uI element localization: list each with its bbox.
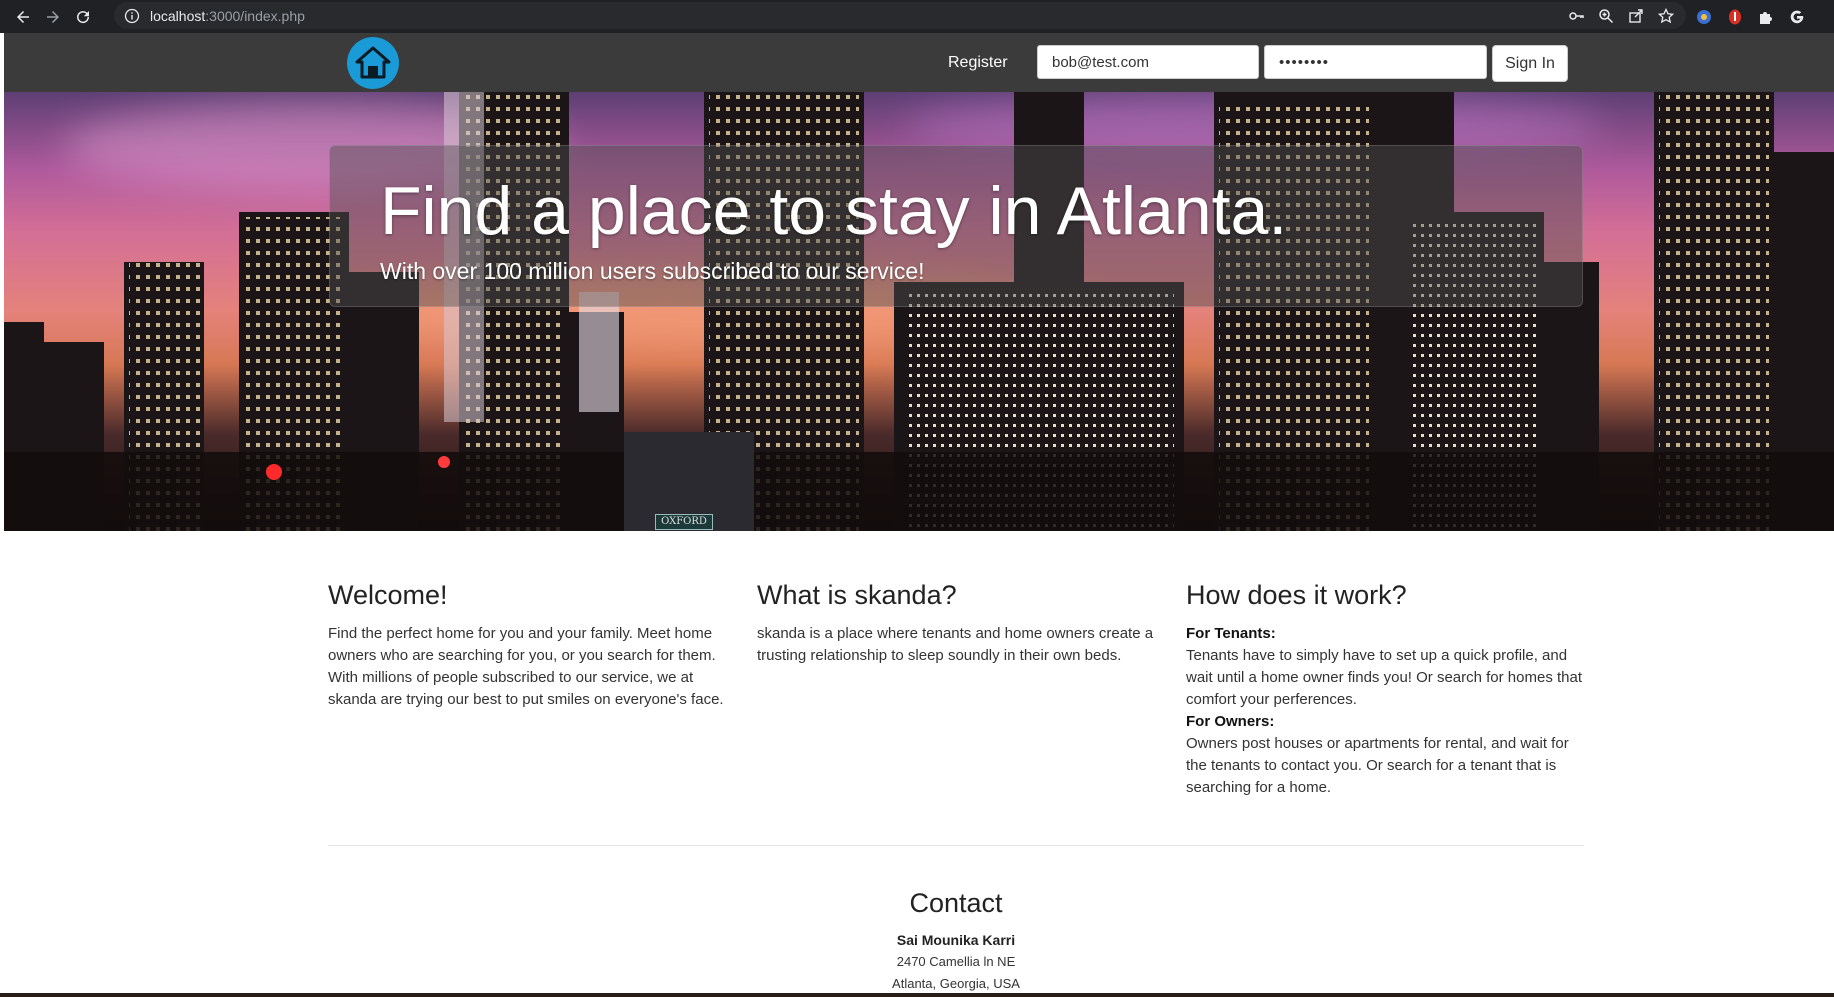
hero-title: Find a place to stay in Atlanta. xyxy=(380,173,1288,249)
puzzle-icon[interactable] xyxy=(1757,8,1775,26)
tenants-label: For Tenants: xyxy=(1186,625,1276,642)
zoom-icon[interactable] xyxy=(1598,8,1614,24)
welcome-column: Welcome! Find the perfect home for you a… xyxy=(328,580,728,711)
url-text: localhost:3000/index.php xyxy=(150,7,305,24)
sign-in-button[interactable]: Sign In xyxy=(1492,45,1568,82)
key-icon[interactable] xyxy=(1568,8,1584,24)
hero-banner: OXFORD Find a place to stay in Atlanta. … xyxy=(4,92,1834,531)
star-icon[interactable] xyxy=(1658,7,1674,24)
email-field[interactable] xyxy=(1037,45,1259,79)
contact-section: Contact Sai Mounika Karri 2470 Camellia … xyxy=(756,888,1156,995)
back-icon[interactable] xyxy=(8,2,38,32)
contact-heading: Contact xyxy=(909,888,1003,918)
street-sign: OXFORD xyxy=(655,514,713,530)
tenants-text: Tenants have to simply have to set up a … xyxy=(1186,647,1583,708)
share-icon[interactable] xyxy=(1628,8,1644,24)
hero-jumbotron: Find a place to stay in Atlanta. With ov… xyxy=(329,145,1583,307)
home-logo-icon[interactable] xyxy=(347,37,399,89)
contact-address-line1: 2470 Camellia ln NE xyxy=(896,954,1016,969)
welcome-text: Find the perfect home for you and your f… xyxy=(328,625,724,708)
about-text: skanda is a place where tenants and home… xyxy=(757,625,1154,664)
site-navbar: Register Sign In xyxy=(4,33,1834,92)
how-it-works-column: How does it work? For Tenants: Tenants h… xyxy=(1186,580,1586,799)
address-bar[interactable]: localhost:3000/index.php xyxy=(114,2,1686,29)
password-field[interactable] xyxy=(1264,45,1487,79)
register-link[interactable]: Register xyxy=(948,54,1008,72)
forward-icon[interactable] xyxy=(38,2,68,32)
contact-address-line2: Atlanta, Georgia, USA xyxy=(892,976,1020,991)
owners-text: Owners post houses or apartments for ren… xyxy=(1186,735,1569,796)
bottom-edge xyxy=(0,993,1834,997)
browser-toolbar: localhost:3000/index.php xyxy=(0,0,1834,33)
reload-icon[interactable] xyxy=(68,2,98,32)
extension-a-icon[interactable] xyxy=(1695,8,1713,26)
contact-name: Sai Mounika Karri xyxy=(896,932,1016,948)
extension-b-icon[interactable] xyxy=(1726,8,1744,26)
how-heading: How does it work? xyxy=(1186,580,1407,610)
owners-label: For Owners: xyxy=(1186,713,1275,730)
hero-subtitle: With over 100 million users subscribed t… xyxy=(380,258,925,284)
info-icon[interactable] xyxy=(124,8,140,24)
welcome-heading: Welcome! xyxy=(328,580,448,610)
about-column: What is skanda? skanda is a place where … xyxy=(757,580,1157,667)
google-icon[interactable] xyxy=(1788,8,1806,26)
about-heading: What is skanda? xyxy=(757,580,957,610)
section-divider xyxy=(328,845,1584,846)
